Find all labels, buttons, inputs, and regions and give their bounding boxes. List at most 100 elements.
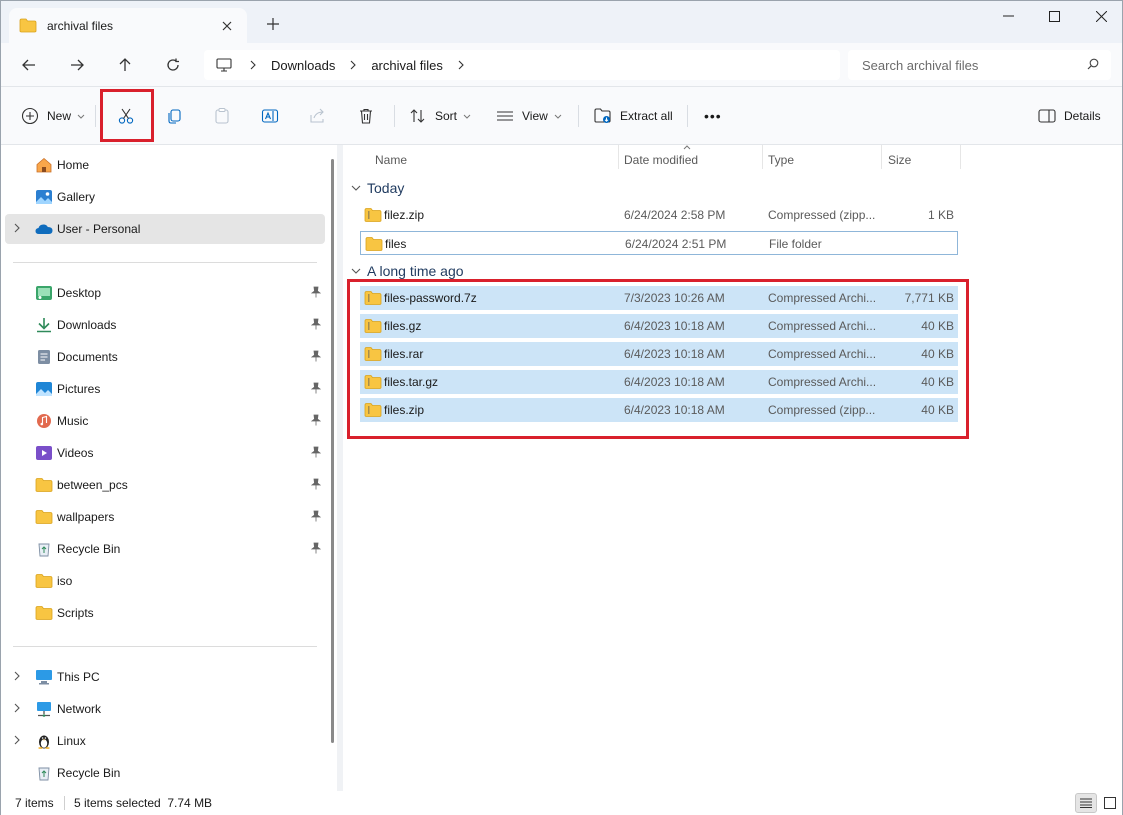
copy-icon — [165, 107, 183, 125]
file-row[interactable]: files-password.7z 7/3/2023 10:26 AM Comp… — [360, 286, 958, 310]
sidebar-scrollbar[interactable] — [331, 159, 334, 743]
column-header-date-modified[interactable]: Date modified — [624, 148, 698, 172]
paste-button[interactable] — [213, 103, 231, 129]
refresh-button[interactable] — [159, 53, 187, 77]
tiles-view-button[interactable] — [1099, 793, 1121, 813]
file-row[interactable]: filez.zip 6/24/2024 2:58 PM Compressed (… — [360, 203, 958, 227]
sidebar-item-gallery[interactable]: Gallery — [5, 182, 325, 212]
close-window-button[interactable] — [1081, 5, 1121, 27]
column-header-name[interactable]: Name — [375, 148, 407, 172]
chevron-right-icon[interactable] — [346, 58, 360, 72]
chevron-right-icon[interactable] — [14, 703, 20, 713]
pin-icon[interactable] — [311, 478, 321, 490]
sidebar-item-between-pcs[interactable]: between_pcs — [5, 470, 325, 500]
search-icon[interactable] — [1087, 58, 1099, 70]
search-box[interactable] — [848, 50, 1111, 80]
folder-icon — [19, 18, 37, 33]
tab-archival-files[interactable]: archival files — [9, 8, 247, 43]
column-header-size[interactable]: Size — [888, 148, 911, 172]
maximize-button[interactable] — [1034, 5, 1074, 27]
sort-button[interactable]: Sort — [409, 103, 471, 129]
pin-icon[interactable] — [311, 350, 321, 362]
breadcrumb-archival-files[interactable]: archival files — [371, 58, 443, 73]
cut-button[interactable] — [117, 103, 135, 129]
sidebar-item-downloads[interactable]: Downloads — [5, 310, 325, 340]
file-row[interactable]: files 6/24/2024 2:51 PM File folder — [360, 231, 958, 255]
column-divider[interactable] — [881, 145, 882, 169]
chevron-right-icon[interactable] — [14, 735, 20, 745]
sidebar-item-this-pc[interactable]: This PC — [5, 662, 325, 692]
breadcrumb-downloads[interactable]: Downloads — [271, 58, 335, 73]
pin-icon[interactable] — [311, 446, 321, 458]
sidebar-item-music[interactable]: Music — [5, 406, 325, 436]
group-header-a-long-time-ago[interactable]: A long time ago — [351, 260, 464, 282]
file-row[interactable]: files.tar.gz 6/4/2023 10:18 AM Compresse… — [360, 370, 958, 394]
extract-all-button[interactable]: Extract all — [594, 103, 673, 129]
delete-button[interactable] — [357, 103, 375, 129]
column-divider[interactable] — [960, 145, 961, 169]
sidebar-item-desktop[interactable]: Desktop — [5, 278, 325, 308]
sidebar-item-recycle-bin[interactable]: Recycle Bin — [5, 534, 325, 564]
pin-icon[interactable] — [311, 382, 321, 394]
details-view-button[interactable] — [1075, 793, 1097, 813]
file-row[interactable]: files.gz 6/4/2023 10:18 AM Compressed Ar… — [360, 314, 958, 338]
chevron-right-icon[interactable] — [246, 58, 260, 72]
pin-icon[interactable] — [311, 286, 321, 298]
chevron-right-icon[interactable] — [454, 58, 468, 72]
chevron-right-icon[interactable] — [14, 223, 20, 233]
file-row[interactable]: files.zip 6/4/2023 10:18 AM Compressed (… — [360, 398, 958, 422]
column-divider[interactable] — [762, 145, 763, 169]
chevron-right-icon[interactable] — [14, 671, 20, 681]
file-row[interactable]: files.rar 6/4/2023 10:18 AM Compressed A… — [360, 342, 958, 366]
chevron-down-icon — [351, 268, 361, 274]
address-bar[interactable]: Downloads archival files — [204, 50, 840, 80]
search-input[interactable] — [862, 58, 1077, 73]
file-date: 6/24/2024 2:51 PM — [625, 237, 726, 251]
pin-icon[interactable] — [311, 318, 321, 330]
file-name: files.zip — [384, 403, 424, 417]
pin-icon[interactable] — [311, 414, 321, 426]
file-type: Compressed Archi... — [768, 319, 876, 333]
group-header-today[interactable]: Today — [351, 177, 404, 199]
new-button[interactable]: New — [21, 103, 85, 129]
details-view-icon — [1080, 798, 1092, 808]
file-date: 6/24/2024 2:58 PM — [624, 208, 725, 222]
sidebar-item-videos[interactable]: Videos — [5, 438, 325, 468]
pictures-icon — [35, 381, 53, 397]
up-button[interactable] — [111, 53, 139, 77]
sidebar-item-scripts[interactable]: Scripts — [5, 598, 325, 628]
forward-button[interactable] — [63, 53, 91, 77]
details-pane-button[interactable]: Details — [1038, 103, 1101, 129]
file-list-pane: Name Date modified Type Size Today filez… — [343, 145, 1122, 791]
pin-icon[interactable] — [311, 510, 321, 522]
sidebar-item-documents[interactable]: Documents — [5, 342, 325, 372]
details-pane-icon — [1038, 109, 1056, 123]
sidebar-item-user-personal[interactable]: User - Personal — [5, 214, 325, 244]
back-button[interactable] — [15, 53, 43, 77]
zip-folder-icon — [364, 346, 382, 362]
sidebar-item-home[interactable]: Home — [5, 150, 325, 180]
minimize-button[interactable] — [988, 5, 1028, 27]
sidebar-label: Scripts — [57, 606, 94, 620]
desktop-icon — [35, 285, 53, 301]
more-options-button[interactable]: ••• — [704, 103, 722, 129]
zip-folder-icon — [364, 318, 382, 334]
documents-icon — [35, 349, 53, 365]
share-button[interactable] — [309, 103, 327, 129]
rename-button[interactable] — [261, 103, 279, 129]
sidebar-item-recycle-bin-bottom[interactable]: Recycle Bin — [5, 758, 325, 788]
new-tab-button[interactable] — [262, 13, 284, 35]
sidebar-item-network[interactable]: Network — [5, 694, 325, 724]
view-button[interactable]: View — [496, 103, 562, 129]
sidebar-item-iso[interactable]: iso — [5, 566, 325, 596]
copy-button[interactable] — [165, 103, 183, 129]
column-header-type[interactable]: Type — [768, 148, 794, 172]
file-size: 1 KB — [928, 208, 954, 222]
sidebar-item-wallpapers[interactable]: wallpapers — [5, 502, 325, 532]
sidebar-item-pictures[interactable]: Pictures — [5, 374, 325, 404]
sidebar-item-linux[interactable]: Linux — [5, 726, 325, 756]
close-tab-icon[interactable] — [217, 16, 237, 36]
trash-icon — [357, 107, 375, 125]
pin-icon[interactable] — [311, 542, 321, 554]
column-divider[interactable] — [618, 145, 619, 169]
